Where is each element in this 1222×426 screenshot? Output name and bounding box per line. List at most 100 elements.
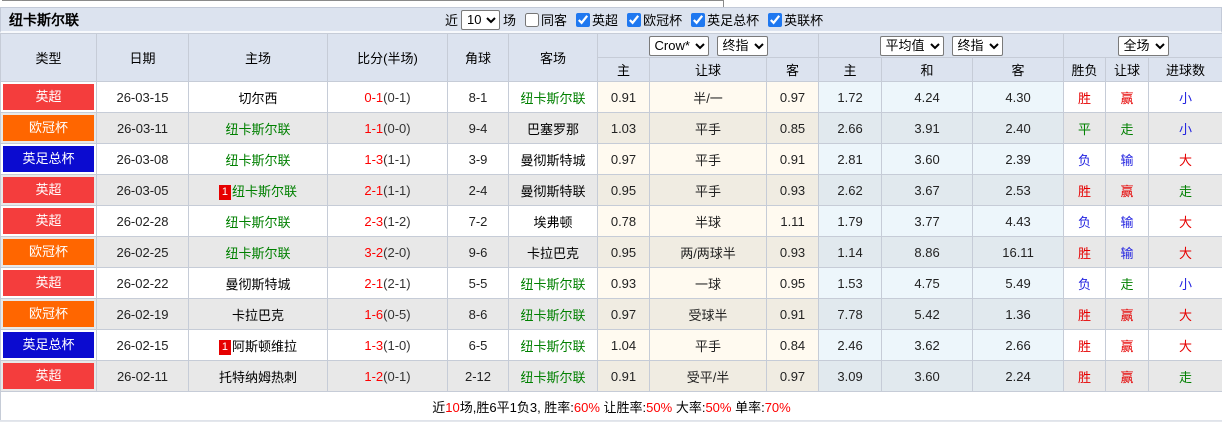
corner-cell: 2-12 xyxy=(448,361,509,392)
avg-draw-odds: 8.86 xyxy=(914,245,939,260)
score-cell: 2-1(2-1) xyxy=(328,268,448,299)
home-team-name: 纽卡斯尔联 xyxy=(225,153,290,168)
handicap-result-cell: 赢 xyxy=(1106,175,1149,206)
corner-cell: 6-5 xyxy=(448,330,509,361)
league-type-cell: 欧冠杯 xyxy=(1,299,97,330)
match-row: 英超26-02-11托特纳姆热刺1-2(0-1)2-12纽卡斯尔联0.91受平/… xyxy=(1,361,1222,392)
handicap-result-cell: 输 xyxy=(1106,237,1149,268)
result-cell: 平 xyxy=(1064,113,1106,144)
ucl-checkbox[interactable] xyxy=(627,13,641,27)
facup-checkbox[interactable] xyxy=(691,13,705,27)
match-row: 英足总杯26-03-08纽卡斯尔联1-3(1-1)3-9曼彻斯特城0.97平手0… xyxy=(1,144,1222,175)
handicap-line: 平手 xyxy=(695,153,721,168)
home-odds: 1.03 xyxy=(611,121,636,136)
avg-draw-odds: 4.75 xyxy=(914,276,939,291)
date-cell: 26-02-28 xyxy=(97,206,189,237)
result-cell: 胜 xyxy=(1064,237,1106,268)
result-group-header: 全场 xyxy=(1064,34,1222,58)
avg-home-cell: 7.78 xyxy=(819,299,882,330)
match-row: 英超26-02-22曼彻斯特城2-1(2-1)5-5纽卡斯尔联0.93一球0.9… xyxy=(1,268,1222,299)
fulltime-score: 1-1 xyxy=(364,121,383,136)
date-cell: 26-02-25 xyxy=(97,237,189,268)
home-team-name: 曼彻斯特城 xyxy=(225,277,290,292)
result-cell: 负 xyxy=(1064,206,1106,237)
fulltime-score: 0-1 xyxy=(364,90,383,105)
match-row: 英超26-02-28纽卡斯尔联2-3(1-2)7-2埃弗顿0.78半球1.111… xyxy=(1,206,1222,237)
goals-result: 小 xyxy=(1179,91,1192,106)
home-team-name: 纽卡斯尔联 xyxy=(225,215,290,230)
home-team-name: 纽卡斯尔联 xyxy=(232,184,297,199)
handicap-cell: 半球 xyxy=(650,206,767,237)
eflcup-checkbox[interactable] xyxy=(768,13,782,27)
halftime-score: (2-0) xyxy=(383,245,410,260)
halftime-score: (0-1) xyxy=(383,90,410,105)
col-header-away: 客场 xyxy=(509,34,598,82)
summary-stat-value: 50% xyxy=(646,400,672,415)
handicap-line: 半/一 xyxy=(693,91,723,106)
match-result: 胜 xyxy=(1078,184,1091,199)
away-odds-cell: 0.91 xyxy=(767,299,819,330)
handicap-line: 两/两球半 xyxy=(680,246,736,261)
league-filter-eflcup: 英联杯 xyxy=(762,10,823,29)
corner-score: 8-6 xyxy=(469,307,488,322)
home-team-cell: 纽卡斯尔联 xyxy=(189,237,328,268)
away-odds-cell: 1.11 xyxy=(767,206,819,237)
handicap-cell: 受平/半 xyxy=(650,361,767,392)
match-date: 26-03-15 xyxy=(116,90,168,105)
match-date: 26-03-11 xyxy=(117,121,168,136)
corner-score: 2-4 xyxy=(469,183,488,198)
away-team-cell: 埃弗顿 xyxy=(509,206,598,237)
avg-draw-cell: 5.42 xyxy=(882,299,973,330)
home-team-cell: 托特纳姆热刺 xyxy=(189,361,328,392)
team-title: 纽卡斯尔联 xyxy=(9,10,445,30)
away-team-name: 纽卡斯尔联 xyxy=(520,339,585,354)
away-team-name: 巴塞罗那 xyxy=(527,122,579,137)
avg-draw-cell: 3.60 xyxy=(882,144,973,175)
avg-away-odds: 2.53 xyxy=(1005,183,1030,198)
avg-time-select[interactable]: 终指 xyxy=(952,36,1003,56)
home-team-name: 阿斯顿维拉 xyxy=(232,339,297,354)
goals-result: 大 xyxy=(1179,339,1192,354)
recent-count-select[interactable]: 10 xyxy=(461,10,500,30)
avg-draw-cell: 3.91 xyxy=(882,113,973,144)
scope-select[interactable]: 全场 xyxy=(1118,36,1169,56)
goals-result-cell: 大 xyxy=(1149,237,1222,268)
date-cell: 26-03-05 xyxy=(97,175,189,206)
match-row: 欧冠杯26-02-25纽卡斯尔联3-2(2-0)9-6卡拉巴克0.95两/两球半… xyxy=(1,237,1222,268)
home-team-name: 纽卡斯尔联 xyxy=(225,246,290,261)
avg-away-cell: 4.43 xyxy=(973,206,1064,237)
league-badge: 欧冠杯 xyxy=(3,115,94,141)
avg-source-select[interactable]: 平均值 xyxy=(880,36,944,56)
goals-result-cell: 大 xyxy=(1149,330,1222,361)
avg-draw-odds: 3.60 xyxy=(914,369,939,384)
same-away-checkbox[interactable] xyxy=(525,13,539,27)
home-odds: 0.91 xyxy=(611,369,636,384)
top-divider-tick xyxy=(723,0,724,7)
filter-controls: 近 10 场 同客 英超 欧冠杯 英足总杯 英联 xyxy=(445,10,823,30)
league-type-cell: 英超 xyxy=(1,82,97,113)
epl-label: 英超 xyxy=(592,10,618,29)
date-cell: 26-03-15 xyxy=(97,82,189,113)
epl-checkbox[interactable] xyxy=(576,13,590,27)
home-odds: 0.93 xyxy=(611,276,636,291)
away-team-cell: 纽卡斯尔联 xyxy=(509,330,598,361)
col-header-corner: 角球 xyxy=(448,34,509,82)
handicap-result: 输 xyxy=(1121,215,1134,230)
score-cell: 3-2(2-0) xyxy=(328,237,448,268)
avg-draw-odds: 3.67 xyxy=(914,183,939,198)
corner-cell: 8-1 xyxy=(448,82,509,113)
match-result: 胜 xyxy=(1078,91,1091,106)
away-team-name: 纽卡斯尔联 xyxy=(520,370,585,385)
goals-result-cell: 走 xyxy=(1149,361,1222,392)
avg-home-cell: 2.62 xyxy=(819,175,882,206)
odds-source-select[interactable]: Crow* xyxy=(649,36,709,56)
away-odds: 0.97 xyxy=(780,90,805,105)
handicap-cell: 受球半 xyxy=(650,299,767,330)
odds-time-select[interactable]: 终指 xyxy=(717,36,768,56)
away-team-cell: 曼彻斯特联 xyxy=(509,175,598,206)
handicap-cell: 平手 xyxy=(650,144,767,175)
home-team-cell: 1纽卡斯尔联 xyxy=(189,175,328,206)
away-odds: 0.84 xyxy=(780,338,805,353)
match-result: 平 xyxy=(1078,122,1091,137)
league-type-cell: 欧冠杯 xyxy=(1,113,97,144)
